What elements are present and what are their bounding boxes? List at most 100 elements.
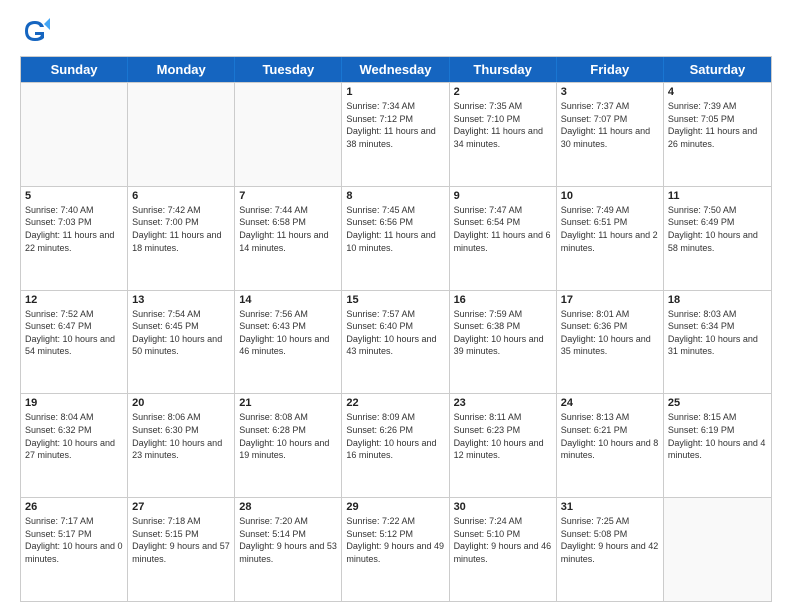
day-cell-9: 9 Sunrise: 7:47 AM Sunset: 6:54 PM Daylig… (450, 187, 557, 290)
day-cell-1: 1 Sunrise: 7:34 AM Sunset: 7:12 PM Daylig… (342, 83, 449, 186)
day-cell-20: 20 Sunrise: 8:06 AM Sunset: 6:30 PM Dayli… (128, 394, 235, 497)
day-cell-2: 2 Sunrise: 7:35 AM Sunset: 7:10 PM Daylig… (450, 83, 557, 186)
calendar-row: 26Sunrise: 7:17 AM Sunset: 5:17 PM Dayli… (21, 497, 771, 601)
day-info: Sunrise: 7:49 AM Sunset: 6:51 PM Dayligh… (561, 204, 659, 254)
day-cell-10: 10 Sunrise: 7:49 AM Sunset: 6:51 PM Dayli… (557, 187, 664, 290)
day-number: 10 (561, 190, 659, 202)
day-number: 24 (561, 397, 659, 409)
day-cell-31: 31 Sunrise: 7:25 AM Sunset: 5:08 PM Dayli… (557, 498, 664, 601)
day-info: Sunrise: 8:15 AM Sunset: 6:19 PM Dayligh… (668, 411, 767, 461)
day-info: Sunrise: 7:20 AM Sunset: 5:14 PM Dayligh… (239, 515, 337, 565)
day-info: Sunrise: 8:08 AM Sunset: 6:28 PM Dayligh… (239, 411, 337, 461)
day-number: 12 (25, 294, 123, 306)
day-cell-13: 13 Sunrise: 7:54 AM Sunset: 6:45 PM Dayli… (128, 291, 235, 394)
empty-cell (235, 83, 342, 186)
day-number: 7 (239, 190, 337, 202)
day-info: Sunrise: 8:13 AM Sunset: 6:21 PM Dayligh… (561, 411, 659, 461)
day-info: Sunrise: 7:22 AM Sunset: 5:12 PM Dayligh… (346, 515, 444, 565)
day-cell-8: 8 Sunrise: 7:45 AM Sunset: 6:56 PM Daylig… (342, 187, 449, 290)
empty-cell (664, 498, 771, 601)
day-cell-12: 12 Sunrise: 7:52 AM Sunset: 6:47 PM Dayli… (21, 291, 128, 394)
day-number: 26 (25, 501, 123, 513)
day-info: Sunrise: 7:54 AM Sunset: 6:45 PM Dayligh… (132, 308, 230, 358)
day-cell-21: 21 Sunrise: 8:08 AM Sunset: 6:28 PM Dayli… (235, 394, 342, 497)
calendar-body: 1 Sunrise: 7:34 AM Sunset: 7:12 PM Daylig… (21, 82, 771, 601)
day-number: 11 (668, 190, 767, 202)
day-cell-7: 7 Sunrise: 7:44 AM Sunset: 6:58 PM Daylig… (235, 187, 342, 290)
day-number: 16 (454, 294, 552, 306)
day-number: 14 (239, 294, 337, 306)
day-number: 17 (561, 294, 659, 306)
calendar: SundayMondayTuesdayWednesdayThursdayFrid… (20, 56, 772, 602)
day-number: 9 (454, 190, 552, 202)
day-number: 2 (454, 86, 552, 98)
day-cell-30: 30Sunrise: 7:24 AM Sunset: 5:10 PM Dayli… (450, 498, 557, 601)
header-day-saturday: Saturday (664, 57, 771, 82)
day-info: Sunrise: 7:37 AM Sunset: 7:07 PM Dayligh… (561, 100, 659, 150)
header-day-tuesday: Tuesday (235, 57, 342, 82)
day-number: 8 (346, 190, 444, 202)
day-number: 19 (25, 397, 123, 409)
calendar-row: 12 Sunrise: 7:52 AM Sunset: 6:47 PM Dayli… (21, 290, 771, 394)
day-info: Sunrise: 7:42 AM Sunset: 7:00 PM Dayligh… (132, 204, 230, 254)
day-cell-24: 24 Sunrise: 8:13 AM Sunset: 6:21 PM Dayli… (557, 394, 664, 497)
day-info: Sunrise: 7:35 AM Sunset: 7:10 PM Dayligh… (454, 100, 552, 150)
day-info: Sunrise: 7:56 AM Sunset: 6:43 PM Dayligh… (239, 308, 337, 358)
header (20, 16, 772, 46)
day-cell-15: 15 Sunrise: 7:57 AM Sunset: 6:40 PM Dayli… (342, 291, 449, 394)
day-cell-17: 17 Sunrise: 8:01 AM Sunset: 6:36 PM Dayli… (557, 291, 664, 394)
day-info: Sunrise: 8:03 AM Sunset: 6:34 PM Dayligh… (668, 308, 767, 358)
day-info: Sunrise: 7:25 AM Sunset: 5:08 PM Dayligh… (561, 515, 659, 565)
header-day-wednesday: Wednesday (342, 57, 449, 82)
day-number: 18 (668, 294, 767, 306)
day-number: 1 (346, 86, 444, 98)
day-cell-6: 6Sunrise: 7:42 AM Sunset: 7:00 PM Daylig… (128, 187, 235, 290)
day-cell-28: 28 Sunrise: 7:20 AM Sunset: 5:14 PM Dayli… (235, 498, 342, 601)
day-number: 27 (132, 501, 230, 513)
day-number: 15 (346, 294, 444, 306)
day-cell-14: 14 Sunrise: 7:56 AM Sunset: 6:43 PM Dayli… (235, 291, 342, 394)
header-day-thursday: Thursday (450, 57, 557, 82)
day-info: Sunrise: 8:11 AM Sunset: 6:23 PM Dayligh… (454, 411, 552, 461)
day-cell-4: 4Sunrise: 7:39 AM Sunset: 7:05 PM Daylig… (664, 83, 771, 186)
day-cell-25: 25 Sunrise: 8:15 AM Sunset: 6:19 PM Dayli… (664, 394, 771, 497)
header-day-sunday: Sunday (21, 57, 128, 82)
day-info: Sunrise: 7:18 AM Sunset: 5:15 PM Dayligh… (132, 515, 230, 565)
day-cell-29: 29 Sunrise: 7:22 AM Sunset: 5:12 PM Dayli… (342, 498, 449, 601)
logo (20, 16, 54, 46)
day-info: Sunrise: 7:34 AM Sunset: 7:12 PM Dayligh… (346, 100, 444, 150)
calendar-row: 19 Sunrise: 8:04 AM Sunset: 6:32 PM Dayli… (21, 393, 771, 497)
day-cell-16: 16 Sunrise: 7:59 AM Sunset: 6:38 PM Dayli… (450, 291, 557, 394)
day-info: Sunrise: 7:24 AM Sunset: 5:10 PM Dayligh… (454, 515, 552, 565)
day-info: Sunrise: 7:57 AM Sunset: 6:40 PM Dayligh… (346, 308, 444, 358)
logo-icon (20, 16, 50, 46)
day-number: 31 (561, 501, 659, 513)
day-info: Sunrise: 7:59 AM Sunset: 6:38 PM Dayligh… (454, 308, 552, 358)
day-number: 25 (668, 397, 767, 409)
day-info: Sunrise: 7:52 AM Sunset: 6:47 PM Dayligh… (25, 308, 123, 358)
day-number: 22 (346, 397, 444, 409)
day-info: Sunrise: 7:40 AM Sunset: 7:03 PM Dayligh… (25, 204, 123, 254)
header-day-friday: Friday (557, 57, 664, 82)
day-number: 20 (132, 397, 230, 409)
day-info: Sunrise: 7:47 AM Sunset: 6:54 PM Dayligh… (454, 204, 552, 254)
day-info: Sunrise: 8:06 AM Sunset: 6:30 PM Dayligh… (132, 411, 230, 461)
day-cell-27: 27 Sunrise: 7:18 AM Sunset: 5:15 PM Dayli… (128, 498, 235, 601)
day-info: Sunrise: 8:01 AM Sunset: 6:36 PM Dayligh… (561, 308, 659, 358)
day-number: 13 (132, 294, 230, 306)
empty-cell (21, 83, 128, 186)
day-info: Sunrise: 7:44 AM Sunset: 6:58 PM Dayligh… (239, 204, 337, 254)
day-number: 29 (346, 501, 444, 513)
day-info: Sunrise: 7:45 AM Sunset: 6:56 PM Dayligh… (346, 204, 444, 254)
day-info: Sunrise: 8:04 AM Sunset: 6:32 PM Dayligh… (25, 411, 123, 461)
day-number: 3 (561, 86, 659, 98)
day-number: 5 (25, 190, 123, 202)
empty-cell (128, 83, 235, 186)
header-day-monday: Monday (128, 57, 235, 82)
day-info: Sunrise: 8:09 AM Sunset: 6:26 PM Dayligh… (346, 411, 444, 461)
day-cell-26: 26Sunrise: 7:17 AM Sunset: 5:17 PM Dayli… (21, 498, 128, 601)
day-number: 21 (239, 397, 337, 409)
day-cell-11: 11Sunrise: 7:50 AM Sunset: 6:49 PM Dayli… (664, 187, 771, 290)
day-number: 28 (239, 501, 337, 513)
day-cell-19: 19 Sunrise: 8:04 AM Sunset: 6:32 PM Dayli… (21, 394, 128, 497)
